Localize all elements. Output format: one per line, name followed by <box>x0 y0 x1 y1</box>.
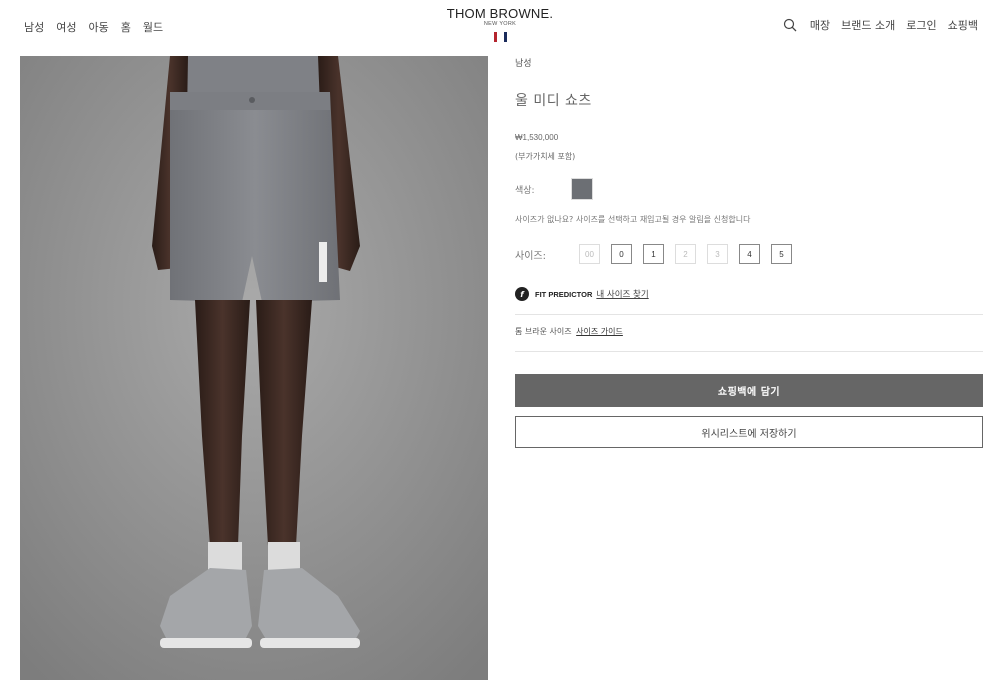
size-guide-prefix: 톰 브라운 사이즈 <box>515 327 572 336</box>
nav-stores[interactable]: 매장 <box>810 17 830 33</box>
color-selector: 색상: <box>515 178 593 200</box>
flag-stripe-red <box>493 32 497 42</box>
nav-login[interactable]: 로그인 <box>906 17 936 33</box>
divider <box>515 351 983 352</box>
nav-shopping-bag[interactable]: 쇼핑백 <box>948 17 978 33</box>
vat-note: (부가가치세 포함) <box>515 152 576 161</box>
size-notice: 사이즈가 없나요? 사이즈를 선택하고 재입고될 경우 알림을 신청합니다 <box>515 215 751 224</box>
divider <box>515 314 983 315</box>
fit-predictor: f FIT PREDICTOR 내 사이즈 찾기 <box>515 287 649 301</box>
size-option-1[interactable]: 1 <box>643 244 664 264</box>
utility-nav: 매장 브랜드 소개 로그인 쇼핑백 <box>783 17 978 33</box>
product-price: ₩1,530,000 <box>515 133 559 142</box>
size-guide-link[interactable]: 사이즈 가이드 <box>576 327 623 336</box>
size-option-0[interactable]: 0 <box>611 244 632 264</box>
size-option-3[interactable]: 3 <box>707 244 728 264</box>
search-icon[interactable] <box>783 18 797 32</box>
size-guide-row: 톰 브라운 사이즈 사이즈 가이드 <box>515 326 623 337</box>
nav-about[interactable]: 브랜드 소개 <box>841 17 895 33</box>
fit-predictor-icon: f <box>515 287 529 301</box>
product-category[interactable]: 남성 <box>515 56 532 69</box>
product-photo <box>20 56 488 680</box>
size-option-00[interactable]: 00 <box>579 244 600 264</box>
add-to-bag-button[interactable]: 쇼핑백에 담기 <box>515 374 983 407</box>
size-option-4[interactable]: 4 <box>739 244 760 264</box>
flag-stripe-white <box>498 32 502 42</box>
site-header: 남성 여성 아동 홈 월드 THOM BROWNE. NEW YORK 매장 브… <box>0 0 1000 56</box>
size-option-5[interactable]: 5 <box>771 244 792 264</box>
find-my-size-link[interactable]: 내 사이즈 찾기 <box>596 288 648 300</box>
product-title: 울 미디 쇼츠 <box>515 93 592 109</box>
product-image[interactable] <box>20 56 488 680</box>
size-option-2[interactable]: 2 <box>675 244 696 264</box>
color-label: 색상: <box>515 185 535 196</box>
size-label: 사이즈: <box>515 250 546 262</box>
flag-stripe-navy <box>503 32 507 42</box>
flag-icon <box>0 32 1000 42</box>
fit-predictor-title: FIT PREDICTOR <box>535 289 593 299</box>
color-swatch[interactable] <box>571 178 593 200</box>
size-selector: 사이즈: 00 0 1 2 3 4 5 <box>515 244 803 264</box>
save-to-wishlist-button[interactable]: 위시리스트에 저장하기 <box>515 416 983 448</box>
